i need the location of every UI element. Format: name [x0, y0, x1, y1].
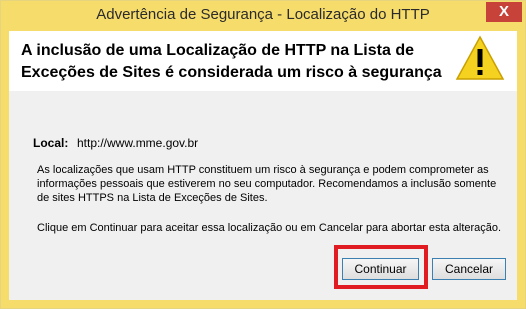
continue-button[interactable]: Continuar [342, 258, 419, 280]
close-button[interactable]: X [486, 2, 522, 22]
local-label: Local: [33, 136, 69, 150]
dialog-header: A inclusão de uma Localização de HTTP na… [9, 31, 517, 91]
local-url: http://www.mme.gov.br [77, 136, 199, 150]
warning-icon [455, 35, 505, 80]
title-bar[interactable]: Advertência de Segurança - Localização d… [1, 1, 525, 31]
warning-text: As localizações que usam HTTP constituem… [37, 164, 497, 204]
header-message: A inclusão de uma Localização de HTTP na… [21, 42, 442, 81]
window-title: Advertência de Segurança - Localização d… [96, 6, 430, 23]
cancel-button[interactable]: Cancelar [432, 258, 506, 280]
dialog-body: Local: http://www.mme.gov.br As localiza… [9, 91, 517, 300]
security-warning-dialog: Advertência de Segurança - Localização d… [0, 0, 526, 309]
instruction-text: Clique em Continuar para aceitar essa lo… [37, 222, 502, 234]
